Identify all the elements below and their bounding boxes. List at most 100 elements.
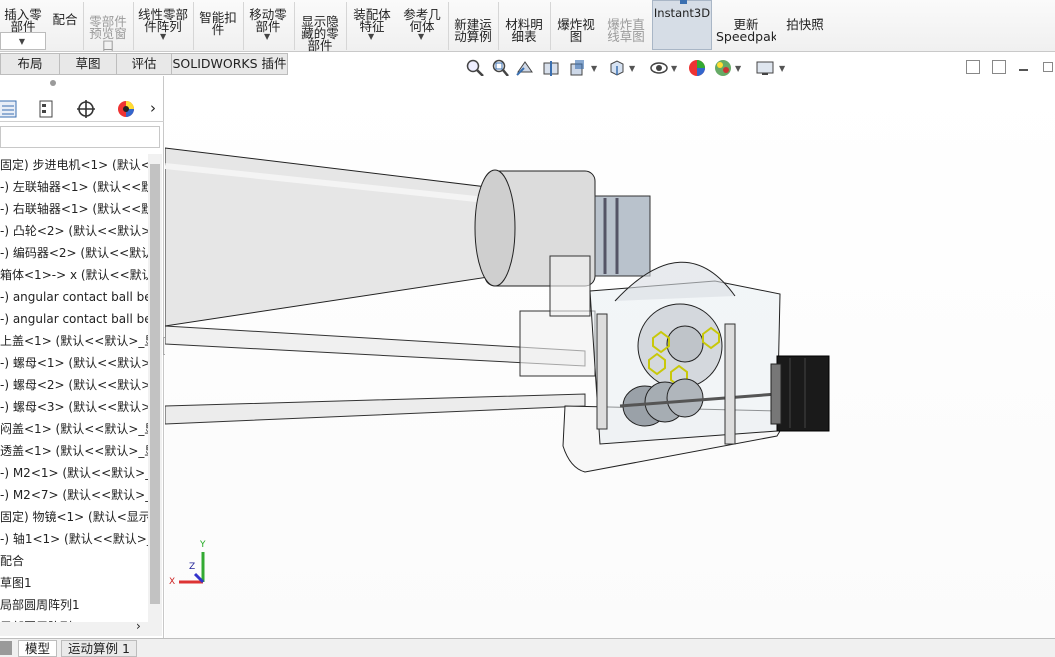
insert-parts-dropdown[interactable]: ▼ xyxy=(0,32,46,50)
tree-item[interactable]: -) 右联轴器<1> (默认<<默 xyxy=(0,198,148,220)
component-preview-button[interactable]: 零部件 预览窗 口 xyxy=(84,4,132,56)
tree-item[interactable]: 草图1 xyxy=(0,572,148,594)
tab-layout-label: 布局 xyxy=(17,56,43,71)
objective-tube[interactable] xyxy=(164,147,496,327)
new-motion-study-button[interactable]: 新建运 动算例 xyxy=(449,7,497,59)
show-hidden-components-button[interactable]: 显示隐 藏的零 部件 xyxy=(295,4,345,56)
tab-evaluate[interactable]: 评估 xyxy=(117,53,172,75)
assembly-model[interactable] xyxy=(164,76,1055,638)
dynamic-annotation-views-icon[interactable] xyxy=(567,58,587,78)
tab-model[interactable]: 模型 xyxy=(18,640,58,657)
update-speedpak-label: 更新 Speedpak xyxy=(716,17,776,44)
exploded-view-button[interactable]: 爆炸视 图 xyxy=(552,7,600,59)
tree-item[interactable]: 透盖<1> (默认<<默认>_显示 xyxy=(0,440,148,462)
tree-filter-input[interactable] xyxy=(0,126,160,148)
tree-item[interactable]: -) angular contact ball bea xyxy=(0,286,148,308)
flex-coupling[interactable] xyxy=(594,195,651,277)
ribbon-separator xyxy=(550,2,551,50)
tree-item[interactable]: -) 螺母<3> (默认<<默认>_ xyxy=(0,396,148,418)
property-manager-icon[interactable] xyxy=(32,98,60,120)
tab-motion-study-label: 运动算例 1 xyxy=(68,641,130,656)
tab-layout[interactable]: 布局 xyxy=(0,53,60,75)
previous-view-icon[interactable] xyxy=(515,58,535,78)
command-manager-ribbon: 插入零 部件 ▼ 配合 零部件 预览窗 口 线性零部 件阵列 ▼ 智能扣 件 移… xyxy=(0,0,1055,52)
tree-item[interactable]: -) 凸轮<2> (默认<<默认>_ xyxy=(0,220,148,242)
tree-item[interactable]: 箱体<1>-> x (默认<<默认> xyxy=(0,264,148,286)
tree-vertical-scrollbar[interactable] xyxy=(148,154,162,622)
move-component-button[interactable]: 移动零 部件 ▼ xyxy=(244,0,292,49)
linear-pattern-button[interactable]: 线性零部 件阵列 ▼ xyxy=(134,0,192,49)
restore-icon[interactable] xyxy=(1043,62,1053,72)
chevron-down-icon[interactable]: ▼ xyxy=(671,64,677,73)
smart-fasteners-button[interactable]: 智能扣 件 xyxy=(194,0,242,52)
feature-manager-tree-icon[interactable] xyxy=(0,98,22,120)
zoom-to-area-icon[interactable] xyxy=(490,58,510,78)
tree-item[interactable]: 固定) 物镜<1> (默认<显示状 xyxy=(0,506,148,528)
assembly-features-button[interactable]: 装配体 特征 ▼ xyxy=(347,0,397,49)
configuration-manager-icon[interactable] xyxy=(72,98,100,120)
triad-y-label: Y xyxy=(200,540,206,550)
chevron-down-icon[interactable]: ▼ xyxy=(591,64,597,73)
bom-button[interactable]: 材料明 细表 xyxy=(500,7,548,59)
chevron-down-icon[interactable]: ▼ xyxy=(368,31,374,43)
bom-label: 材料明 细表 xyxy=(505,17,543,44)
tree-item[interactable]: -) 轴1<1> (默认<<默认>_显 xyxy=(0,528,148,550)
tree-item[interactable]: -) M2<1> (默认<<默认>_显 xyxy=(0,462,148,484)
chevron-down-icon[interactable]: ▼ xyxy=(418,31,424,43)
bearing-housing[interactable] xyxy=(519,310,596,377)
tree-item[interactable]: -) 左联轴器<1> (默认<<默 xyxy=(0,176,148,198)
scrollbar-thumb[interactable] xyxy=(150,164,160,604)
gear-hub xyxy=(666,325,704,363)
graphics-area[interactable]: Y X Z xyxy=(164,76,1055,638)
tab-sketch[interactable]: 草图 xyxy=(60,53,117,75)
tree-item[interactable]: 上盖<1> (默认<<默认>_显示 xyxy=(0,330,148,352)
chevron-down-icon[interactable]: ▼ xyxy=(264,31,270,43)
tree-item[interactable]: 局部圆周阵列1 xyxy=(0,594,148,616)
tree-item[interactable]: -) 螺母<1> (默认<<默认>_ xyxy=(0,352,148,374)
view-orientation-icon[interactable] xyxy=(607,58,627,78)
bearing-support xyxy=(549,255,591,317)
tab-motion-study-1[interactable]: 运动算例 1 xyxy=(61,640,137,657)
minimize-icon[interactable] xyxy=(1019,69,1028,71)
tree-item[interactable]: 固定) 步进电机<1> (默认<< xyxy=(0,154,148,176)
tab-solidworks-addins[interactable]: SOLIDWORKS 插件 xyxy=(172,53,288,75)
mate-button[interactable]: 配合 xyxy=(49,2,81,54)
take-snapshot-button[interactable]: 拍快照 xyxy=(780,7,830,59)
tree-item[interactable]: -) 螺母<2> (默认<<默认>_ xyxy=(0,374,148,396)
chevron-right-icon[interactable]: › xyxy=(150,99,156,117)
view-settings-icon[interactable] xyxy=(755,58,775,78)
chevron-right-icon[interactable]: › xyxy=(136,619,141,633)
tree-item[interactable]: -) angular contact ball bea xyxy=(0,308,148,330)
chevron-down-icon[interactable]: ▼ xyxy=(735,64,741,73)
coordinate-triad: Y X Z xyxy=(169,540,219,588)
next-pane-icon[interactable] xyxy=(992,60,1006,74)
zoom-to-fit-icon[interactable] xyxy=(465,58,485,78)
tree-item[interactable]: 配合 xyxy=(0,550,148,572)
edit-appearance-icon[interactable] xyxy=(687,58,707,78)
reference-geometry-label: 参考几 何体 xyxy=(403,7,441,34)
update-speedpak-button[interactable]: 更新 Speedpak xyxy=(716,7,776,59)
chevron-down-icon[interactable]: ▼ xyxy=(629,64,635,73)
apply-scene-icon[interactable] xyxy=(713,58,733,78)
take-snapshot-label: 拍快照 xyxy=(786,17,824,32)
explode-line-sketch-button[interactable]: 爆炸直 线草图 xyxy=(602,7,650,59)
tree-item[interactable]: -) M2<7> (默认<<默认>_显 xyxy=(0,484,148,506)
insert-parts-label: 插入零 部件 xyxy=(4,7,42,34)
tree-item[interactable]: -) 编码器<2> (默认<<默认 xyxy=(0,242,148,264)
section-view-icon[interactable] xyxy=(541,58,561,78)
scroll-tabs-left-icon[interactable] xyxy=(0,641,12,655)
tab-addins-label: SOLIDWORKS 插件 xyxy=(172,56,287,71)
previous-pane-icon[interactable] xyxy=(966,60,980,74)
feature-tree: 固定) 步进电机<1> (默认<< -) 左联轴器<1> (默认<<默 -) 右… xyxy=(0,154,148,626)
instant3d-icon xyxy=(680,0,687,4)
stepper-motor[interactable] xyxy=(776,355,830,432)
tree-horizontal-scrollbar[interactable]: › xyxy=(0,619,162,636)
display-manager-icon[interactable] xyxy=(112,98,140,120)
chevron-down-icon[interactable]: ▼ xyxy=(779,64,785,73)
tree-item[interactable]: 闷盖<1> (默认<<默认>_显示 xyxy=(0,418,148,440)
reference-geometry-button[interactable]: 参考几 何体 ▼ xyxy=(398,0,446,49)
display-style-icon[interactable] xyxy=(649,58,669,78)
chevron-down-icon[interactable]: ▼ xyxy=(160,31,166,43)
instant3d-button[interactable]: Instant3D xyxy=(652,0,712,50)
panel-grip[interactable] xyxy=(50,80,56,86)
